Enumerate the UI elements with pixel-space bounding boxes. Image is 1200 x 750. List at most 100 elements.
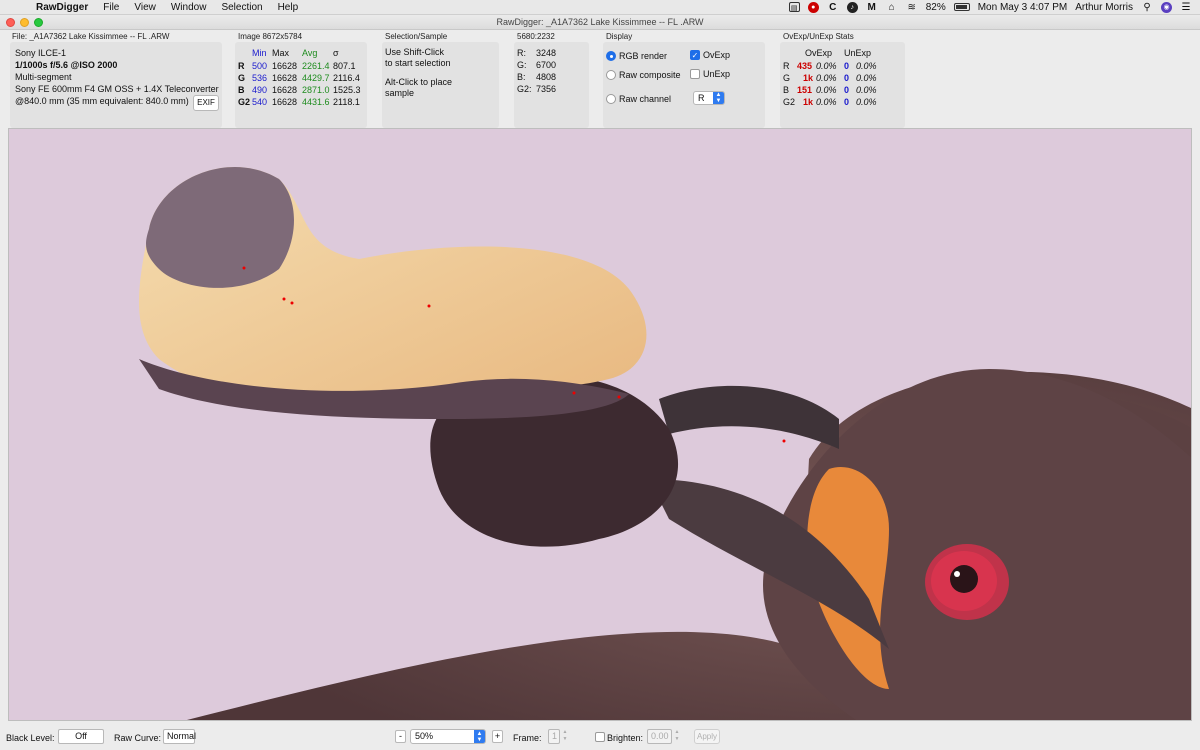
raw-curve-field[interactable]: Normal xyxy=(163,729,196,744)
image-viewport[interactable] xyxy=(8,128,1192,721)
rgb-render-label[interactable]: RGB render xyxy=(619,51,667,61)
siri-icon[interactable]: ◉ xyxy=(1161,1,1172,13)
unexp-percent: 0.0% xyxy=(856,85,877,95)
macos-menubar: RawDigger File View Window Selection Hel… xyxy=(0,0,1200,15)
raw-channel-label[interactable]: Raw channel xyxy=(619,94,671,104)
row-sigma: 2118.1 xyxy=(333,97,360,107)
focal-length: @840.0 mm (35 mm equivalent: 840.0 mm) xyxy=(15,96,189,106)
menu-view[interactable]: View xyxy=(134,2,156,13)
c-app-icon[interactable]: C xyxy=(827,2,839,13)
image-panel-label: Image 8672x5784 xyxy=(238,32,303,41)
ovexp-unexp-stats-panel: OvExp UnExp R 435 0.0% 0 0.0% G 1k 0.0% … xyxy=(780,42,905,128)
apply-button[interactable]: Apply xyxy=(694,729,720,744)
ovexp-label[interactable]: OvExp xyxy=(703,50,730,60)
header-ovexp: OvExp xyxy=(805,48,833,58)
sample-hint-2: sample xyxy=(385,88,415,98)
zoom-select[interactable]: 50% ▲ ▼ xyxy=(410,729,486,744)
window-titlebar[interactable]: RawDigger: _A1A7362 Lake Kissimmee -- FL… xyxy=(0,15,1200,30)
exposure-settings: 1/1000s f/5.6 @ISO 2000 xyxy=(15,60,118,70)
menubar-user[interactable]: Arthur Morris xyxy=(1075,2,1133,13)
sample-hint-1: Alt-Click to place xyxy=(385,77,453,87)
raw-channel-select[interactable]: R ▲ ▼ xyxy=(693,91,725,105)
row-channel: G xyxy=(238,73,246,83)
raw-curve-label: Raw Curve: xyxy=(114,733,162,743)
black-level-field[interactable]: Off xyxy=(58,729,104,744)
battery-icon[interactable] xyxy=(953,3,970,11)
ovexp-checkbox[interactable]: ✓ xyxy=(690,50,700,60)
record-icon[interactable]: ● xyxy=(807,1,819,13)
menubar-datetime[interactable]: Mon May 3 4:07 PM xyxy=(978,2,1067,13)
frame-label: Frame: xyxy=(513,733,542,743)
selection-hint-2: to start selection xyxy=(385,58,451,68)
rgb-render-radio[interactable] xyxy=(606,51,616,61)
unexp-count: 0 xyxy=(844,97,850,107)
sample-value: 6700 xyxy=(536,60,557,70)
brighten-stepper[interactable]: ▲ ▼ xyxy=(672,729,682,744)
sample-values-panel: R: 3248 G: 6700 B: 4808 G2: 7356 xyxy=(514,42,589,128)
lens-info: Sony FE 600mm F4 GM OSS + 1.4X Teleconve… xyxy=(15,84,219,94)
row-avg: 2261.4 xyxy=(302,61,330,71)
unexp-percent: 0.0% xyxy=(856,97,877,107)
menu-file[interactable]: File xyxy=(103,2,119,13)
menubar-status-area: ▤ ● C ♪ M ⌂ ≋ 82% Mon May 3 4:07 PM Arth… xyxy=(788,1,1192,13)
selection-sample-panel: Use Shift-Click to start selection Alt-C… xyxy=(382,42,499,128)
display-panel: RGB render Raw composite Raw channel ✓ O… xyxy=(603,42,765,128)
unexp-count: 0 xyxy=(844,61,850,71)
header-min: Min xyxy=(252,48,267,58)
frame-field[interactable]: 1 xyxy=(548,729,560,744)
raw-composite-radio[interactable] xyxy=(606,70,616,80)
row-channel: G2 xyxy=(238,97,251,107)
selection-hint-1: Use Shift-Click xyxy=(385,47,445,57)
row-channel: B xyxy=(238,85,245,95)
header-max: Max xyxy=(272,48,290,58)
sample-value: 4808 xyxy=(536,72,557,82)
row-max: 16628 xyxy=(272,73,298,83)
sample-channel: B: xyxy=(517,72,526,82)
raw-composite-label[interactable]: Raw composite xyxy=(619,70,681,80)
filmstrip-icon[interactable]: ▤ xyxy=(788,2,800,12)
ovexp-percent: 0.0% xyxy=(816,61,837,71)
zoom-in-button[interactable]: + xyxy=(492,730,503,743)
raw-photo xyxy=(9,129,1191,720)
menu-app-name[interactable]: RawDigger xyxy=(36,2,88,13)
bottom-toolbar: Black Level: Off Raw Curve: Normal - 50%… xyxy=(0,724,1200,750)
row-min: 536 xyxy=(252,73,268,83)
file-info-panel: Sony ILCE-1 1/1000s f/5.6 @ISO 2000 Mult… xyxy=(10,42,222,128)
row-min: 540 xyxy=(252,97,268,107)
selection-panel-label: Selection/Sample xyxy=(385,32,448,41)
image-stats-panel: Min Max Avg σ R 500 16628 2261.4 807.1 G… xyxy=(235,42,367,128)
brighten-field[interactable]: 0.00 xyxy=(647,729,672,744)
ovexp-percent: 0.0% xyxy=(816,97,837,107)
stats-channel: G xyxy=(783,73,791,83)
wifi-icon[interactable]: ≋ xyxy=(906,2,918,13)
menu-help[interactable]: Help xyxy=(278,2,299,13)
row-avg: 4431.6 xyxy=(302,97,330,107)
black-level-label: Black Level: xyxy=(6,733,55,743)
stats-channel: G2 xyxy=(783,97,796,107)
row-max: 16628 xyxy=(272,61,298,71)
exif-button[interactable]: EXIF xyxy=(193,95,219,111)
brighten-checkbox[interactable] xyxy=(595,732,605,742)
unexp-label[interactable]: UnExp xyxy=(703,69,730,79)
sample-value: 3248 xyxy=(536,48,557,58)
control-center-icon[interactable]: ☰ xyxy=(1180,2,1192,13)
sample-coords-label: 5680:2232 xyxy=(517,32,555,41)
raw-channel-radio[interactable] xyxy=(606,94,616,104)
music-icon[interactable]: ♪ xyxy=(846,1,858,13)
zoom-out-button[interactable]: - xyxy=(395,730,406,743)
row-avg: 4429.7 xyxy=(302,73,330,83)
frame-stepper[interactable]: ▲ ▼ xyxy=(560,729,570,744)
brighten-label: Brighten: xyxy=(607,733,644,743)
ovexp-count: 435 xyxy=(797,61,813,71)
stats-channel: R xyxy=(783,61,790,71)
m-app-icon[interactable]: M xyxy=(866,2,878,13)
spotlight-search-icon[interactable]: ⚲ xyxy=(1141,2,1153,13)
menu-window[interactable]: Window xyxy=(171,2,207,13)
unexp-checkbox[interactable] xyxy=(690,69,700,79)
menu-selection[interactable]: Selection xyxy=(221,2,262,13)
row-channel: R xyxy=(238,61,245,71)
lock-icon[interactable]: ⌂ xyxy=(886,2,898,13)
ovexp-percent: 0.0% xyxy=(816,73,837,83)
rawdigger-window: RawDigger: _A1A7362 Lake Kissimmee -- FL… xyxy=(0,15,1200,750)
unexp-count: 0 xyxy=(844,85,850,95)
